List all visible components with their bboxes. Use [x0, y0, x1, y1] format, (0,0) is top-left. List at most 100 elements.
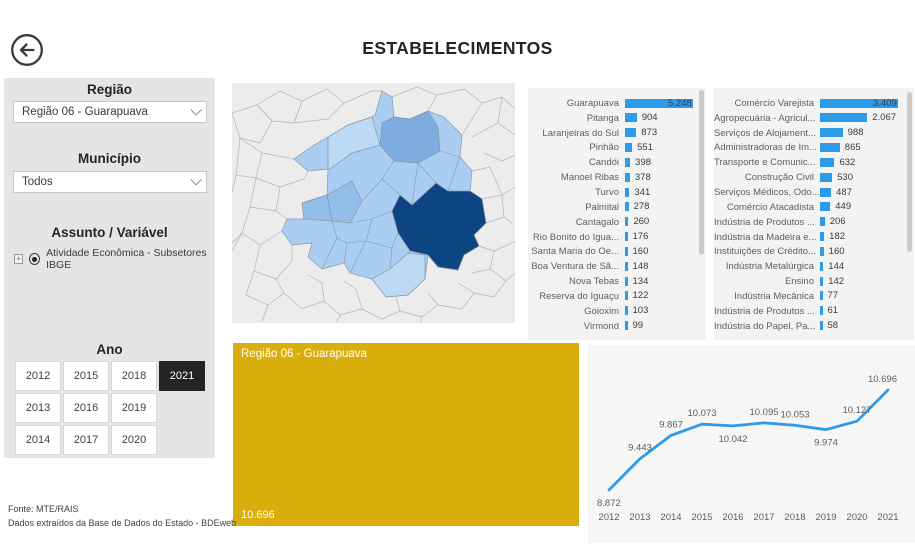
x-axis-tick-label: 2020: [846, 512, 867, 523]
bar[interactable]: [820, 143, 840, 153]
bar[interactable]: [820, 261, 824, 271]
bar-value-label: 148: [632, 260, 649, 272]
bar-row: Nova Tebas 134: [528, 274, 706, 289]
bar-row: Agropecuária - Agricul... 2.067: [714, 111, 914, 126]
year-button-2013[interactable]: 2013: [15, 393, 61, 423]
line-data-label: 10.127: [842, 405, 871, 416]
bar-category-label: Candói: [588, 157, 619, 169]
bar[interactable]: [625, 143, 633, 153]
bar[interactable]: [820, 246, 824, 256]
bar[interactable]: [625, 232, 628, 242]
line-data-label: 10.073: [687, 408, 716, 419]
expand-icon[interactable]: +: [14, 254, 24, 264]
bar[interactable]: [625, 128, 637, 138]
bar-category-label: Palmital: [585, 201, 619, 213]
bar-row: Pitanga 904: [528, 111, 706, 126]
regiao-dropdown[interactable]: Região 06 - Guarapuava: [13, 101, 207, 123]
year-button-2020[interactable]: 2020: [111, 425, 157, 455]
year-button-2016[interactable]: 2016: [63, 393, 109, 423]
bar-category-label: Nova Tebas: [569, 276, 619, 288]
bar-value-label: 398: [635, 156, 652, 168]
year-button-2015[interactable]: 2015: [63, 361, 109, 391]
bar[interactable]: [625, 306, 628, 316]
bar-category-label: Serviços de Alojament...: [714, 127, 816, 139]
year-button-2012[interactable]: 2012: [15, 361, 61, 391]
bar[interactable]: [820, 321, 823, 331]
bar-value-label: 5.248: [668, 97, 692, 109]
x-axis-tick-label: 2017: [753, 512, 774, 523]
bar[interactable]: [625, 261, 628, 271]
bar[interactable]: [625, 113, 637, 123]
municipality-chart-scrollbar[interactable]: [699, 90, 704, 255]
bar-category-label: Comércio Varejista: [734, 97, 814, 109]
bar-value-label: 904: [641, 112, 658, 124]
year-button-2021[interactable]: 2021: [159, 361, 205, 391]
bar[interactable]: [625, 172, 630, 182]
bar-category-label: Indústria de Produtos ...: [714, 305, 815, 317]
bar-value-label: 206: [829, 216, 846, 228]
bar[interactable]: [820, 187, 832, 197]
bar-row: Palmital 278: [528, 200, 706, 215]
bar-row: Construção Civil 530: [714, 170, 914, 185]
regiao-heading: Região: [86, 82, 132, 97]
bar-category-label: Construção Civil: [744, 172, 814, 184]
bar-value-label: 160: [632, 245, 649, 257]
bar-value-label: 3.409: [873, 97, 897, 109]
year-button-2017[interactable]: 2017: [63, 425, 109, 455]
bar-category-label: Comércio Atacadista: [726, 201, 814, 213]
bar-value-label: 449: [835, 201, 852, 213]
year-line-chart[interactable]: 8.872 9.443 9.867 10.073 10.042 10.095 10.053 9…: [588, 345, 915, 543]
bar[interactable]: [625, 321, 628, 331]
bar[interactable]: [820, 217, 825, 227]
municipio-heading: Município: [78, 151, 141, 166]
bar-category-label: Reserva do Iguaçu: [539, 290, 619, 302]
bar-value-label: 122: [632, 290, 649, 302]
bar-value-label: 260: [633, 216, 650, 228]
bar[interactable]: [820, 113, 868, 123]
assunto-radio[interactable]: [29, 253, 41, 265]
bar[interactable]: [820, 157, 835, 167]
bar[interactable]: [625, 217, 629, 227]
line-data-label: 10.095: [749, 407, 778, 418]
bar[interactable]: [820, 276, 824, 286]
bar[interactable]: [625, 157, 631, 167]
bar-category-label: Boa Ventura de Sã...: [531, 261, 619, 273]
bar[interactable]: [625, 291, 628, 301]
bar-category-label: Indústria da Madeira e...: [714, 231, 817, 243]
ano-heading: Ano: [96, 342, 123, 357]
sector-chart-scrollbar[interactable]: [907, 92, 912, 252]
footer-note: Dados extraídos da Base de Dados do Esta…: [8, 518, 237, 528]
bar[interactable]: [625, 187, 630, 197]
bar-category-label: Turvo: [595, 186, 619, 198]
bar[interactable]: [820, 306, 823, 316]
bar-value-label: 134: [632, 275, 649, 287]
year-button-2018[interactable]: 2018: [111, 361, 157, 391]
bar-category-label: Virmond: [583, 320, 619, 332]
municipio-dropdown[interactable]: Todos: [13, 171, 207, 193]
bar-value-label: 551: [637, 142, 653, 154]
municipality-bar-chart: Guarapuava 5.248 Pitanga 904 Laranjeiras do …: [528, 88, 706, 340]
bar[interactable]: [820, 172, 833, 182]
line-data-label: 10.696: [868, 374, 897, 385]
bar[interactable]: [820, 291, 823, 301]
choropleth-map[interactable]: [232, 83, 515, 323]
bar-row: Instituições de Crédito... 160: [714, 244, 914, 259]
sector-bar-chart: Comércio Varejista 3.409 Agropecuária - Ag…: [714, 88, 914, 340]
bar-category-label: Indústria do Papel, Pa...: [714, 320, 816, 332]
bar[interactable]: [820, 232, 825, 242]
year-button-2014[interactable]: 2014: [15, 425, 61, 455]
bar-row: Turvo 341: [528, 185, 706, 200]
bar-row: Ensino 142: [714, 274, 914, 289]
kpi-card[interactable]: Região 06 - Guarapuava 10.696: [233, 343, 579, 526]
year-button-2019[interactable]: 2019: [111, 393, 157, 423]
bar[interactable]: [625, 202, 629, 212]
bar-row: Indústria do Papel, Pa... 58: [714, 319, 914, 334]
x-axis-tick-label: 2014: [660, 512, 681, 523]
bar[interactable]: [820, 202, 831, 212]
bar-category-label: Guarapuava: [566, 97, 619, 109]
bar[interactable]: [625, 246, 628, 256]
line-data-label: 9.867: [659, 419, 683, 430]
bar[interactable]: [820, 128, 843, 138]
line-data-label: 8.872: [597, 498, 621, 509]
bar[interactable]: [625, 276, 628, 286]
